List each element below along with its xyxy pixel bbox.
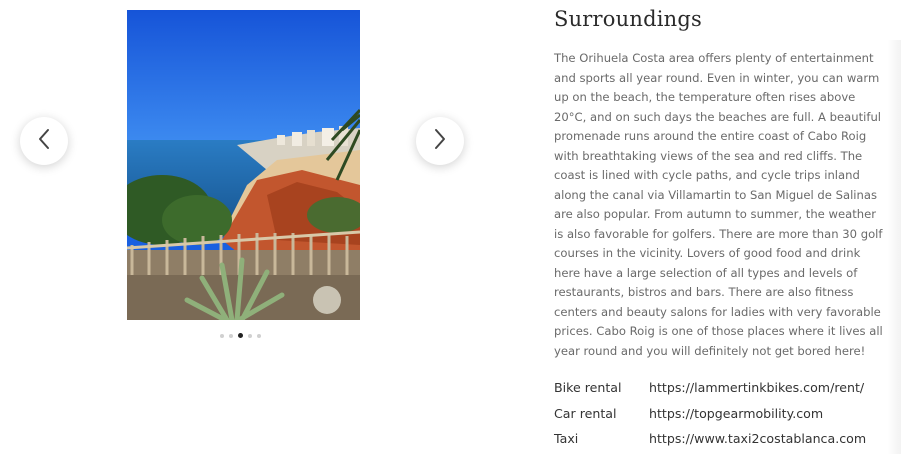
rental-row-car: Car rental https://topgearmobility.com: [554, 404, 894, 430]
rental-row-taxi: Taxi https://www.taxi2costablanca.com: [554, 429, 894, 454]
rental-link[interactable]: https://lammertinkbikes.com/rent/: [649, 378, 864, 404]
rental-label: Bike rental: [554, 380, 622, 395]
rental-link[interactable]: https://www.taxi2costablanca.com: [649, 429, 866, 454]
carousel-dot[interactable]: [238, 333, 243, 338]
carousel-dot[interactable]: [220, 333, 224, 338]
page: Surroundings The Orihuela Costa area off…: [0, 0, 901, 454]
rental-row-bike: Bike rental https://lammertinkbikes.com/…: [554, 378, 894, 404]
carousel-dot[interactable]: [229, 333, 233, 338]
surroundings-section: Surroundings The Orihuela Costa area off…: [554, 4, 884, 361]
section-paragraph: The Orihuela Costa area offers plenty of…: [554, 51, 883, 358]
chevron-right-icon: [433, 128, 447, 154]
carousel-prev-button[interactable]: [20, 117, 68, 165]
chevron-left-icon: [37, 128, 51, 154]
section-heading: Surroundings: [554, 7, 702, 31]
edge-shadow: [887, 40, 901, 454]
rental-label: Taxi: [554, 431, 579, 446]
image-carousel: [0, 0, 500, 454]
rental-link[interactable]: https://topgearmobility.com: [649, 404, 823, 430]
carousel-slide-photo: [127, 10, 360, 320]
rental-label: Car rental: [554, 405, 617, 421]
carousel-dot[interactable]: [248, 333, 252, 338]
carousel-pagination: [220, 333, 261, 338]
carousel-dot[interactable]: [257, 333, 261, 338]
carousel-next-button[interactable]: [416, 117, 464, 165]
rental-links: Bike rental https://lammertinkbikes.com/…: [554, 378, 894, 454]
